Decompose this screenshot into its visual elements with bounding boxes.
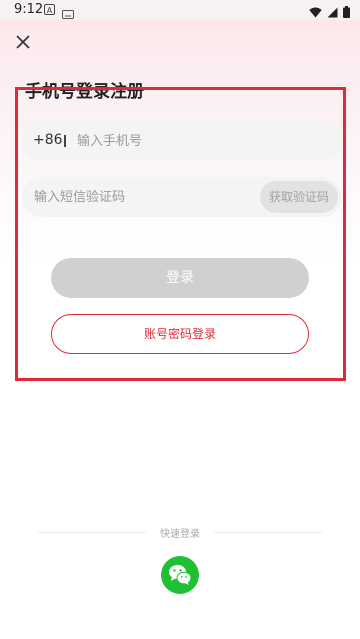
close-button[interactable] (13, 32, 33, 52)
wifi-icon (309, 3, 322, 22)
quick-login-divider: 快速登录 (0, 525, 360, 540)
keyboard-notification-icon (62, 5, 74, 24)
status-bar: 9:12 A (0, 0, 360, 20)
highlight-frame (15, 87, 346, 381)
quick-login-label: 快速登录 (160, 529, 200, 540)
status-time: 9:12 (14, 2, 44, 17)
signal-icon (327, 3, 338, 22)
battery-icon (343, 3, 350, 22)
status-indicators (309, 3, 350, 22)
wechat-login-button[interactable] (161, 556, 199, 594)
wechat-icon (169, 565, 192, 585)
close-icon (16, 35, 30, 49)
app-notification-icon: A (44, 4, 55, 15)
